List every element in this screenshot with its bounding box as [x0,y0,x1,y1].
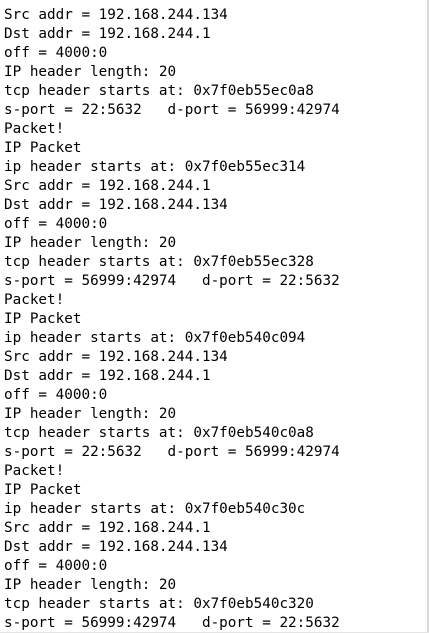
terminal-line: off = 4000:0 [4,558,108,574]
terminal-line: Dst addr = 192.168.244.134 [4,539,228,555]
terminal-line: IP header length: 20 [4,577,177,593]
terminal-line: IP Packet [4,482,82,498]
terminal-line: off = 4000:0 [4,387,108,403]
terminal-line: off = 4000:0 [4,216,108,232]
terminal-line: Src addr = 192.168.244.134 [4,349,228,365]
terminal-line: s-port = 22:5632 d-port = 56999:42974 [4,102,340,118]
terminal-line: tcp header starts at: 0x7f0eb55ec328 [4,254,314,270]
terminal-line: Packet! [4,121,65,137]
terminal-window[interactable]: Src addr = 192.168.244.134 Dst addr = 19… [0,0,429,633]
terminal-output: Src addr = 192.168.244.134 Dst addr = 19… [4,6,340,633]
terminal-line: Src addr = 192.168.244.134 [4,7,228,23]
terminal-line: Packet! [4,463,65,479]
terminal-line: s-port = 56999:42974 d-port = 22:5632 [4,273,340,289]
terminal-line: ip header starts at: 0x7f0eb540c30c [4,501,306,517]
terminal-line: IP Packet [4,140,82,156]
terminal-line: Packet! [4,292,65,308]
terminal-line: Dst addr = 192.168.244.1 [4,26,211,42]
terminal-line: s-port = 56999:42974 d-port = 22:5632 [4,615,340,631]
terminal-line: ip header starts at: 0x7f0eb540c094 [4,330,306,346]
terminal-line: IP header length: 20 [4,406,177,422]
terminal-line: tcp header starts at: 0x7f0eb540c320 [4,596,314,612]
terminal-line: off = 4000:0 [4,45,108,61]
terminal-line: Dst addr = 192.168.244.134 [4,197,228,213]
terminal-line: Dst addr = 192.168.244.1 [4,368,211,384]
terminal-line: Src addr = 192.168.244.1 [4,178,211,194]
terminal-line: tcp header starts at: 0x7f0eb55ec0a8 [4,83,314,99]
terminal-line: s-port = 22:5632 d-port = 56999:42974 [4,444,340,460]
terminal-line: IP header length: 20 [4,64,177,80]
terminal-line: tcp header starts at: 0x7f0eb540c0a8 [4,425,314,441]
terminal-line: IP Packet [4,311,82,327]
terminal-line: IP header length: 20 [4,235,177,251]
terminal-line: Src addr = 192.168.244.1 [4,520,211,536]
terminal-line: ip header starts at: 0x7f0eb55ec314 [4,159,306,175]
